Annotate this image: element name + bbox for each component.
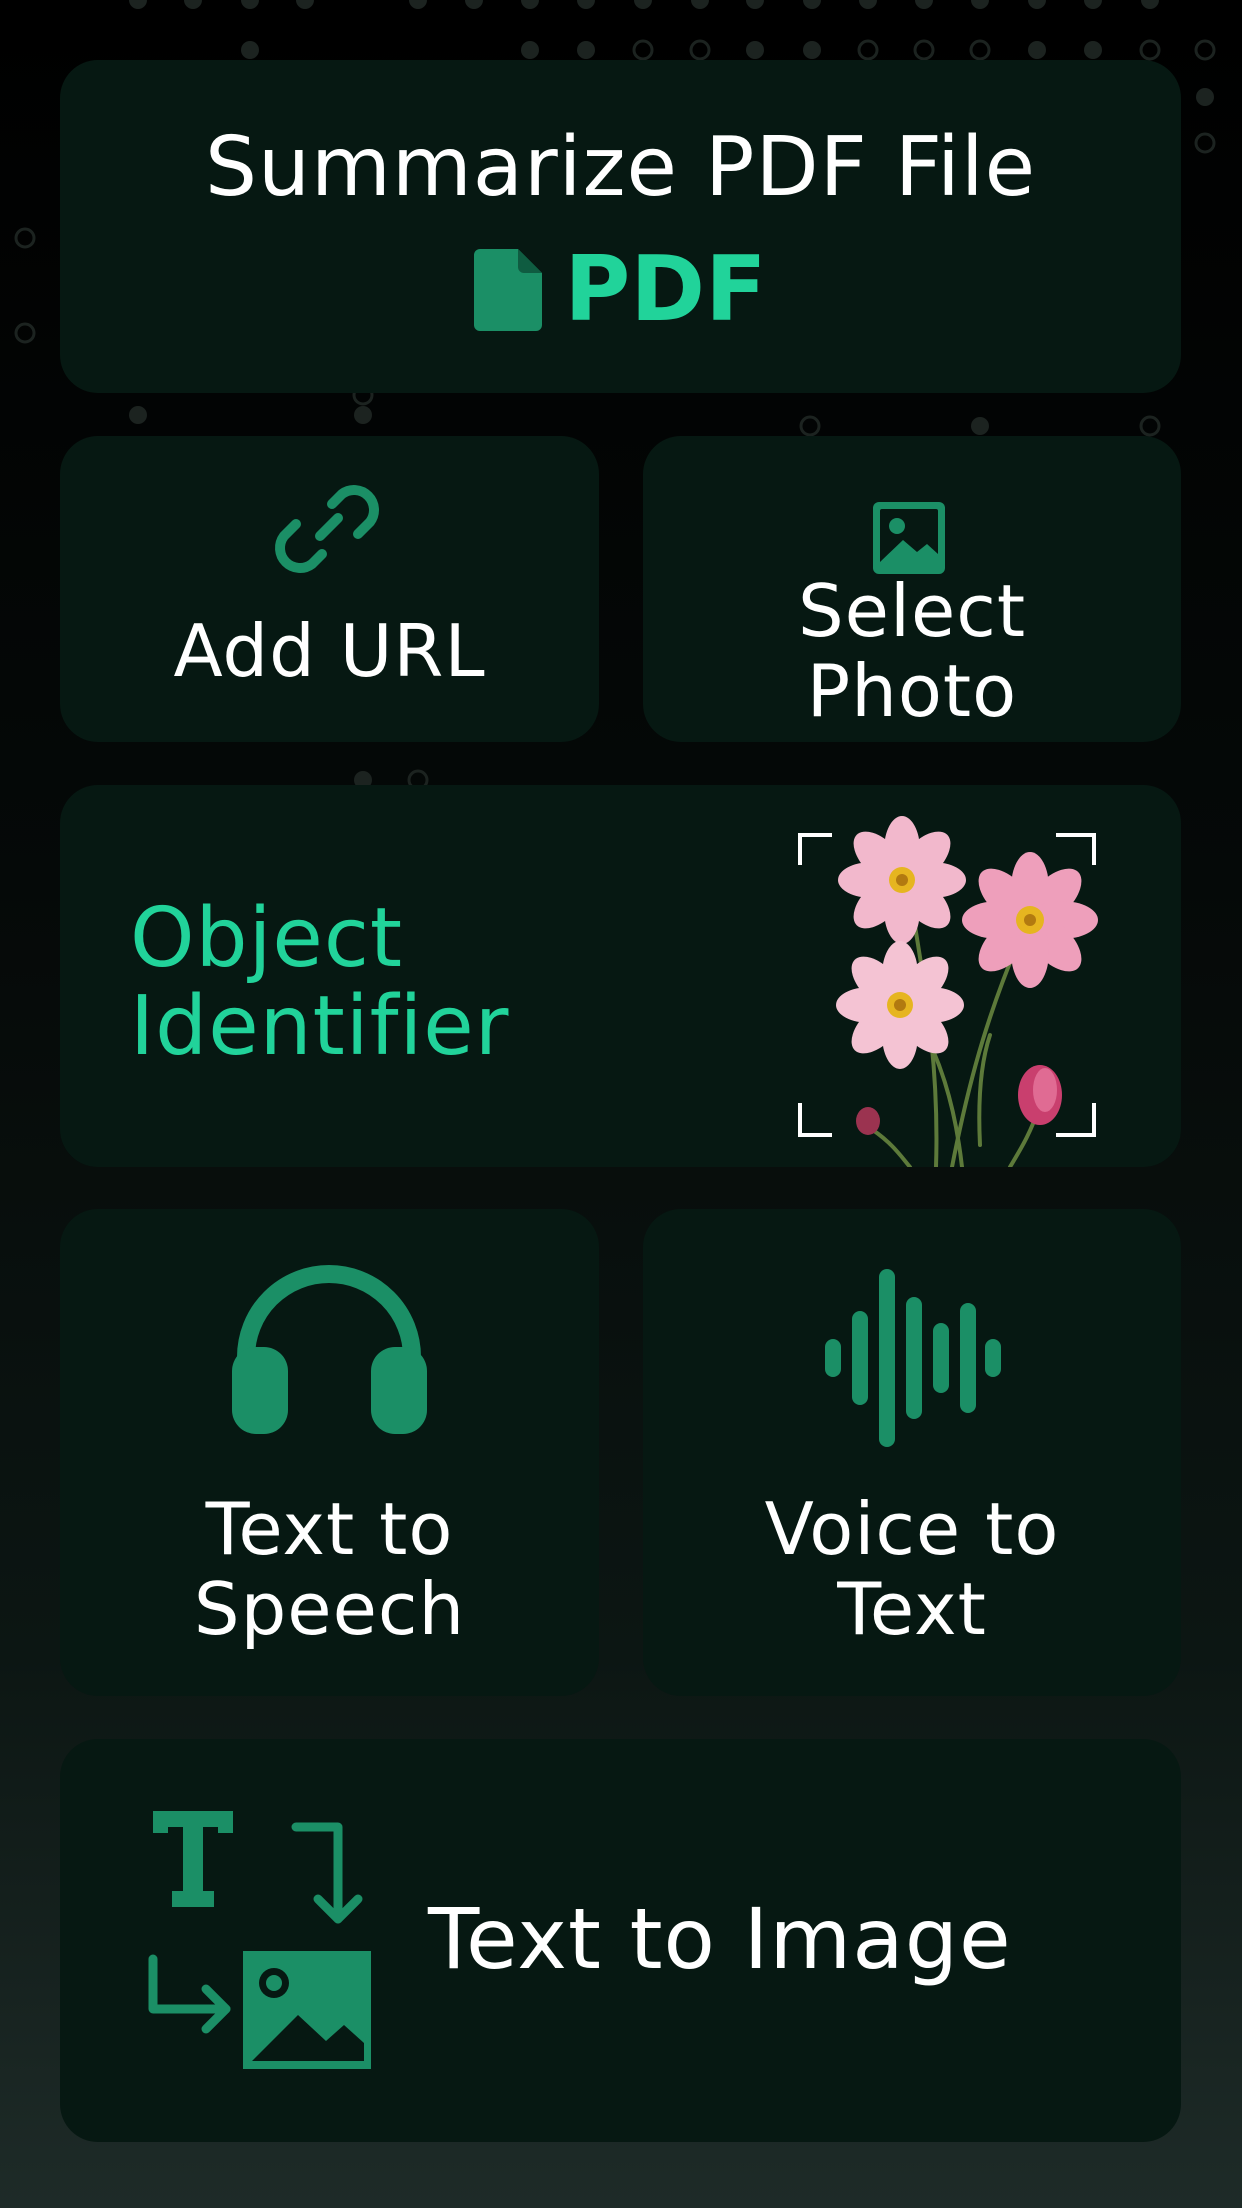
waveform-icon [825, 1269, 1001, 1447]
link-icon [275, 485, 379, 573]
text-to-speech-label-line2: Speech [193, 1567, 466, 1651]
voice-to-text-card[interactable]: Voice to Text [643, 1209, 1181, 1696]
text-to-image-card[interactable]: Text to Image [60, 1739, 1181, 2142]
text-to-speech-card[interactable]: Text to Speech [60, 1209, 599, 1696]
pdf-badge-label: PDF [564, 237, 767, 342]
select-photo-label-line1: Select [797, 569, 1027, 653]
object-identifier-line2: Identifier [130, 979, 510, 1074]
voice-to-text-label-line2: Text [837, 1567, 987, 1651]
voice-to-text-label-line1: Voice to [764, 1487, 1060, 1571]
file-icon [474, 249, 543, 331]
text-to-image-icon [148, 1811, 371, 2069]
pdf-badge: PDF [60, 245, 1181, 335]
summarize-pdf-card[interactable]: Summarize PDF File PDF [60, 60, 1181, 393]
headphones-icon [232, 1265, 427, 1434]
add-url-card[interactable]: Add URL [60, 436, 599, 742]
object-identifier-line1: Object [130, 891, 404, 986]
image-icon [873, 502, 945, 574]
object-identifier-title: Object Identifier [130, 895, 509, 1071]
text-to-image-label: Text to Image [428, 1890, 1012, 1988]
add-url-label: Add URL [173, 609, 486, 693]
select-photo-card[interactable]: Select Photo [643, 436, 1181, 742]
flowers-scan-image [798, 816, 1098, 1167]
select-photo-label-line2: Photo [806, 649, 1018, 733]
text-to-speech-label-line1: Text to [205, 1487, 454, 1571]
object-identifier-card[interactable]: Object Identifier [60, 785, 1181, 1167]
summarize-pdf-title: Summarize PDF File [204, 120, 1037, 215]
